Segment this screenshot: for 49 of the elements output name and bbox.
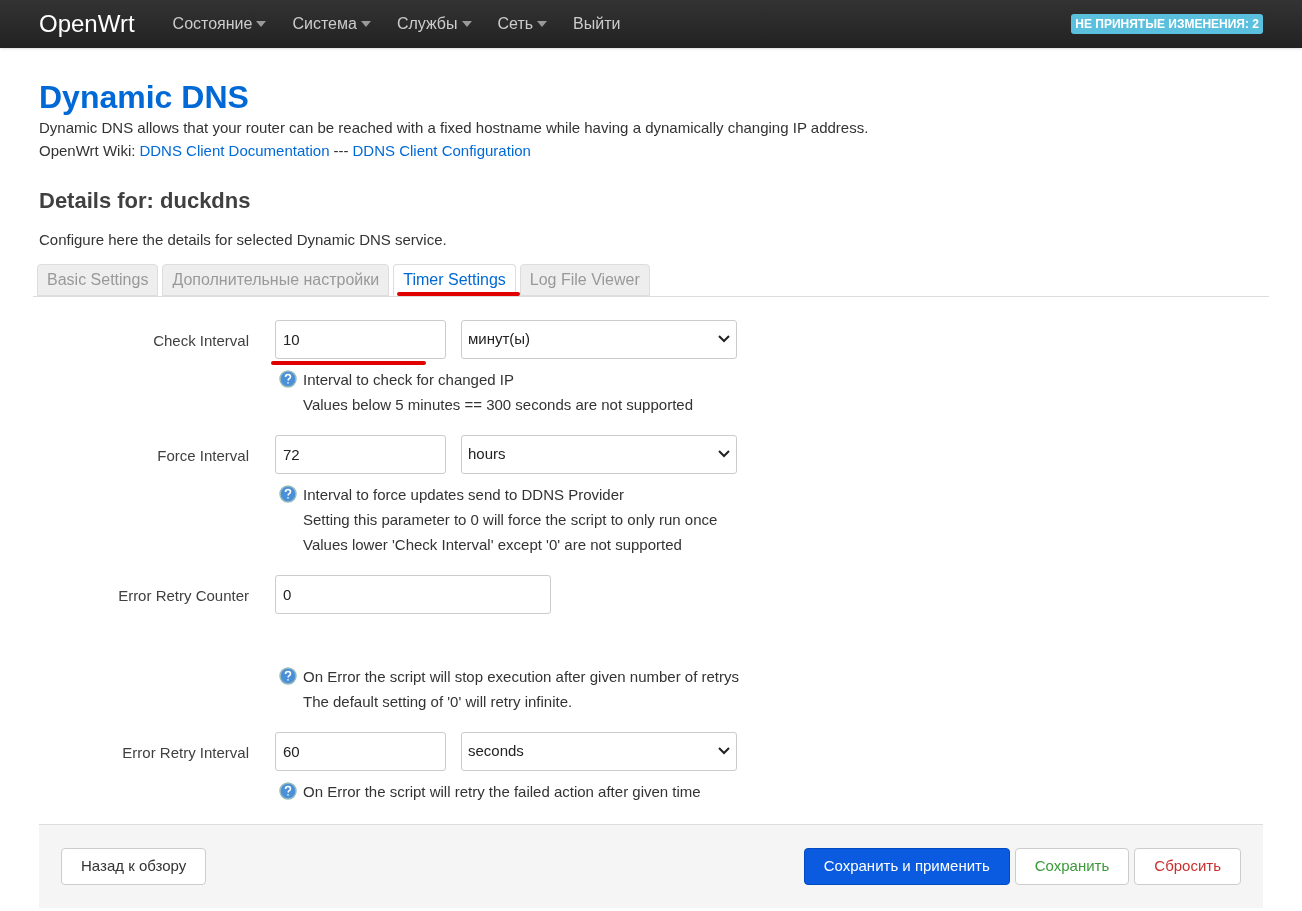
unit-select[interactable]: минут(ы) — [461, 319, 737, 359]
nav-menu-item[interactable]: Выйти — [573, 12, 621, 36]
field-label: Check Interval — [153, 330, 249, 351]
help-text: Values lower 'Check Interval' except '0' are not supported — [303, 534, 682, 555]
nav-menu-item[interactable]: Система — [292, 12, 371, 36]
help-icon — [279, 485, 297, 503]
page-title: Dynamic DNS — [39, 78, 250, 116]
section-description: Configure here the details for selected Dynamic DNS service. — [39, 230, 448, 250]
save-button[interactable]: Сохранить — [1014, 847, 1130, 885]
help-text: On Error the script will stop execution after given number of retrys — [303, 666, 739, 687]
field-label: Error Retry Counter — [118, 585, 249, 606]
configuration-link[interactable]: DDNS Client Configuration — [352, 139, 531, 162]
caret-icon — [537, 21, 548, 27]
help-icon — [279, 782, 297, 800]
help-text: Interval to force updates send to DDNS Provider — [303, 484, 624, 505]
documentation-link[interactable]: DDNS Client Documentation — [139, 139, 330, 162]
section-title: Details for: duckdns — [39, 187, 252, 215]
link-separator: --- — [333, 141, 349, 161]
reset-button[interactable]: Сбросить — [1134, 847, 1241, 885]
help-text: Interval to check for changed IP — [303, 369, 514, 390]
chevron-icon — [718, 450, 730, 458]
brand-logo[interactable]: OpenWrt — [39, 6, 135, 42]
save-apply-button[interactable]: Сохранить и применить — [803, 847, 1010, 885]
caret-icon — [461, 21, 472, 27]
input-field[interactable]: 60 — [275, 731, 446, 771]
input-field[interactable]: 10 — [275, 319, 446, 359]
unit-select[interactable]: seconds — [461, 731, 737, 771]
chevron-icon — [718, 335, 730, 343]
field-label: Error Retry Interval — [122, 742, 249, 763]
input-field[interactable]: 0 — [275, 574, 551, 614]
unit-select[interactable]: hours — [461, 434, 737, 474]
wiki-label: OpenWrt Wiki: — [39, 141, 136, 161]
field-label: Force Interval — [157, 445, 249, 466]
nav-menu-item[interactable]: Состояние — [172, 12, 267, 36]
caret-icon — [360, 21, 371, 27]
caret-icon — [256, 21, 267, 27]
help-text: On Error the script will retry the failed action after given time — [303, 781, 701, 802]
back-button[interactable]: Назад к обзору — [61, 847, 207, 885]
help-text: Setting this parameter to 0 will force the script to only run once — [303, 509, 718, 530]
help-text: Values below 5 minutes == 300 seconds are not supported — [303, 394, 693, 415]
chevron-icon — [718, 747, 730, 755]
input-field[interactable]: 72 — [275, 434, 446, 474]
nav-menu-item[interactable]: Сеть — [497, 12, 548, 36]
page-description: Dynamic DNS allows that your router can be reached with a fixed hostname while having a dynamically changing IP address. — [39, 118, 870, 138]
help-icon — [279, 370, 297, 388]
help-icon — [279, 667, 297, 685]
nav-menu-item[interactable]: Службы — [396, 12, 472, 36]
help-text: The default setting of '0' will retry infinite. — [303, 691, 573, 712]
tab[interactable]: Timer Settings — [393, 263, 516, 296]
